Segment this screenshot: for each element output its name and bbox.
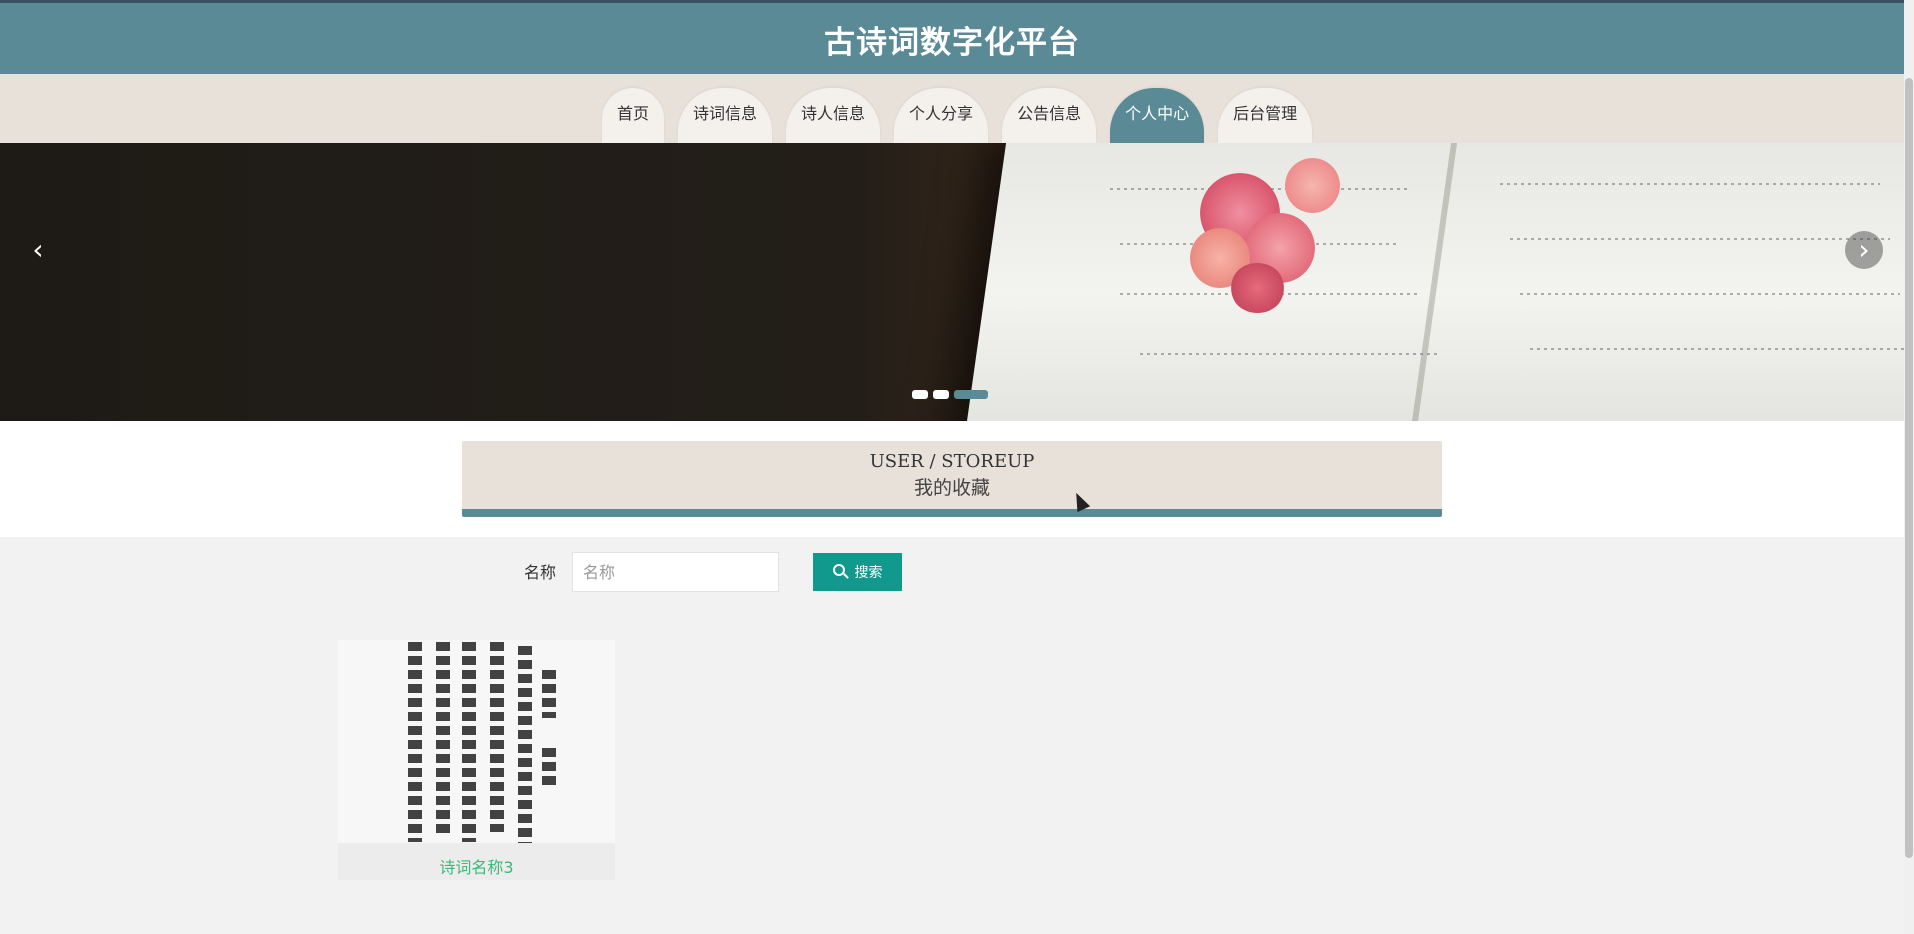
nav-item-label: 个人中心 [1125, 103, 1190, 123]
section-title-cn: 我的收藏 [913, 477, 990, 499]
chevron-right-icon: › [1858, 233, 1870, 266]
site-title: 古诗词数字化平台 [824, 25, 1080, 61]
page-scrollbar[interactable] [1904, 0, 1914, 934]
calligraphy-column [518, 646, 532, 843]
nav-item-admin[interactable]: 后台管理 [1218, 88, 1313, 143]
section-title-en: USER / STOREUP [869, 451, 1035, 472]
calligraphy-column [542, 670, 556, 718]
music-staff [1529, 348, 1904, 350]
nav-item-label: 公告信息 [1017, 103, 1082, 123]
flower-decoration [1285, 158, 1340, 213]
nav-item-personal-center[interactable]: 个人中心 [1110, 88, 1205, 143]
page: 古诗词数字化平台 首页 诗词信息 诗人信息 个人分享 公告信息 个人中心 后台管… [0, 0, 1914, 934]
calligraphy-column [408, 642, 422, 842]
carousel-prev-button[interactable]: ‹ [16, 228, 60, 272]
nav-item-label: 后台管理 [1233, 103, 1298, 123]
favorite-item-name: 诗词名称3 [439, 858, 514, 877]
scrollbar-thumb[interactable] [1905, 78, 1913, 858]
music-staff [1499, 183, 1881, 185]
navbar: 首页 诗词信息 诗人信息 个人分享 公告信息 个人中心 后台管理 [0, 74, 1904, 143]
favorite-item-image [338, 640, 615, 843]
search-icon [832, 564, 849, 580]
nav-item-poems[interactable]: 诗词信息 [678, 88, 773, 143]
carousel-indicators [912, 390, 988, 399]
search-input[interactable] [572, 552, 779, 592]
carousel-dot-3[interactable] [954, 390, 988, 399]
nav-item-sharing[interactable]: 个人分享 [894, 88, 989, 143]
flower-decoration [1230, 263, 1285, 313]
calligraphy-column [462, 642, 476, 842]
favorite-item-card[interactable]: 诗词名称3 [338, 640, 615, 880]
carousel-dot-1[interactable] [912, 390, 928, 399]
calligraphy-column [542, 748, 556, 790]
nav-item-notices[interactable]: 公告信息 [1002, 88, 1097, 143]
nav-item-label: 诗人信息 [801, 103, 866, 123]
calligraphy-column [436, 642, 450, 837]
nav-item-home[interactable]: 首页 [602, 88, 665, 143]
search-label: 名称 [524, 563, 557, 582]
nav-item-label: 个人分享 [909, 103, 974, 123]
nav-item-poets[interactable]: 诗人信息 [786, 88, 881, 143]
nav-item-label: 首页 [617, 103, 650, 123]
carousel-next-button[interactable]: › [1842, 228, 1886, 272]
music-staff [1139, 353, 1441, 355]
section-title-box: USER / STOREUP 我的收藏 [462, 441, 1442, 517]
search-button[interactable]: 搜索 [813, 553, 902, 591]
music-staff [1519, 293, 1901, 295]
site-header: 古诗词数字化平台 [0, 0, 1904, 74]
music-staff [1509, 238, 1891, 240]
chevron-left-icon: ‹ [32, 233, 44, 266]
banner-carousel: ‹ › [0, 143, 1904, 421]
calligraphy-column [490, 642, 504, 832]
search-button-label: 搜索 [854, 564, 883, 580]
main-nav: 首页 诗词信息 诗人信息 个人分享 公告信息 个人中心 后台管理 [602, 88, 1313, 143]
carousel-dot-2[interactable] [933, 390, 949, 399]
nav-item-label: 诗词信息 [693, 103, 758, 123]
